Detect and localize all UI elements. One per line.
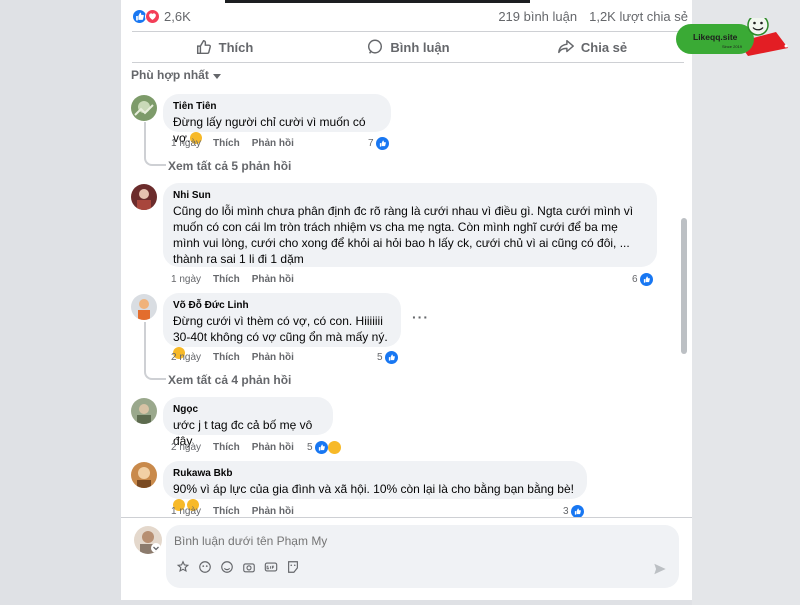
avatar[interactable] — [131, 184, 157, 210]
composer-tools — [176, 560, 300, 574]
comment-meta: 1 ngày Thích Phản hồi — [171, 506, 294, 517]
comment-reply-link[interactable]: Phản hồi — [252, 352, 294, 363]
reaction-number: 7 — [368, 138, 374, 149]
reaction-number: 3 — [563, 506, 569, 517]
comment-like-link[interactable]: Thích — [213, 352, 240, 363]
divider — [121, 517, 692, 518]
comment-author[interactable]: Tiên Tiên — [173, 100, 381, 113]
sticker-icon[interactable] — [198, 560, 212, 574]
reaction-count[interactable]: 2,6K — [164, 9, 191, 24]
comment-meta: 1 ngày Thích Phản hồi — [171, 138, 294, 149]
reply-thread-line — [144, 122, 166, 166]
like-reaction-icon — [384, 351, 398, 364]
caret-down-icon — [212, 73, 221, 79]
share-button[interactable]: Chia sẻ — [500, 33, 684, 61]
comment-composer — [166, 525, 679, 588]
send-icon[interactable] — [653, 562, 667, 576]
share-count[interactable]: 1,2K lượt chia sẻ — [589, 9, 688, 24]
comment-author[interactable]: Võ Đỗ Đức Linh — [173, 299, 391, 312]
comment-sort-dropdown[interactable]: Phù hợp nhất — [131, 68, 221, 82]
sticker-smiley-icon[interactable] — [286, 560, 300, 574]
comment-label: Bình luận — [390, 39, 450, 55]
share-label: Chia sẻ — [580, 39, 628, 55]
comment-text: Đừng cưới vì thèm có vợ, có con. Hiiiiii… — [173, 314, 388, 344]
avatar-sticker-icon[interactable] — [176, 560, 190, 574]
comment-like-link[interactable]: Thích — [213, 442, 240, 453]
comment-reactions[interactable]: 6 — [632, 273, 653, 286]
comment-time[interactable]: 2 ngày — [171, 352, 201, 363]
reaction-summary-bar: 2,6K 219 bình luận 1,2K lượt chia sẻ — [132, 6, 688, 26]
comment-meta: 1 ngày Thích Phản hồi — [171, 274, 294, 285]
comment-reactions[interactable]: 5 — [377, 351, 398, 364]
thumbs-up-icon — [196, 39, 211, 55]
watermark-brand: Likeqq.site — [693, 32, 738, 42]
comment-reactions[interactable]: 7 — [368, 137, 389, 150]
comment-reactions[interactable]: 5 — [307, 441, 341, 454]
divider — [132, 31, 684, 32]
comment-author[interactable]: Ngọc — [173, 403, 323, 416]
reply-thread-line — [144, 322, 166, 380]
avatar[interactable] — [131, 294, 157, 320]
current-user-avatar[interactable] — [134, 526, 162, 554]
comment-meta: 2 ngày Thích Phản hồi — [171, 352, 294, 363]
comment-time[interactable]: 1 ngày — [171, 506, 201, 517]
comment-bubble: Tiên Tiên Đừng lấy người chỉ cười vì muố… — [163, 94, 391, 145]
avatar[interactable] — [131, 398, 157, 424]
media-edge — [225, 0, 530, 3]
more-options-icon[interactable]: ··· — [412, 309, 429, 325]
like-label: Thích — [218, 39, 254, 55]
gif-icon[interactable] — [264, 560, 278, 574]
scrollbar-thumb[interactable] — [681, 218, 687, 354]
view-replies-link[interactable]: Xem tất cả 5 phản hồi — [168, 159, 291, 173]
comment-like-link[interactable]: Thích — [213, 274, 240, 285]
like-button[interactable]: Thích — [132, 33, 316, 61]
comment-bubble: Võ Đỗ Đức Linh Đừng cưới vì thèm có vợ, … — [163, 293, 401, 359]
comment-button[interactable]: Bình luận — [316, 33, 500, 61]
comment-author[interactable]: Rukawa Bkb — [173, 467, 577, 480]
panel-bottom-edge — [121, 600, 692, 605]
reaction-number: 5 — [307, 442, 313, 453]
comment-like-link[interactable]: Thích — [213, 506, 240, 517]
comment-reply-link[interactable]: Phản hồi — [252, 274, 294, 285]
right-backdrop — [692, 0, 800, 605]
view-replies-link[interactable]: Xem tất cả 4 phản hồi — [168, 373, 291, 387]
comment-reply-link[interactable]: Phản hồi — [252, 138, 294, 149]
comment-bubble: Ngọc ước j t tag đc cả bố mẹ vô đây — [163, 397, 333, 448]
emoji-icon[interactable] — [220, 560, 234, 574]
watermark-sub: Since 2019 — [722, 44, 743, 49]
avatar[interactable] — [131, 95, 157, 121]
love-reaction-icon — [145, 8, 160, 24]
comment-reply-link[interactable]: Phản hồi — [252, 506, 294, 517]
comment-count[interactable]: 219 bình luận — [498, 9, 577, 24]
camera-icon[interactable] — [242, 560, 256, 574]
share-arrow-icon — [557, 39, 574, 54]
likeqq-watermark-logo: Likeqq.site Since 2019 — [676, 14, 800, 60]
comment-input[interactable] — [174, 531, 654, 551]
comment-like-link[interactable]: Thích — [213, 138, 240, 149]
comment-time[interactable]: 1 ngày — [171, 274, 201, 285]
avatar[interactable] — [131, 462, 157, 488]
comment-bubble: Rukawa Bkb 90% vì áp lực của gia đình và… — [163, 461, 587, 511]
haha-reaction-icon — [327, 441, 341, 454]
comment-time[interactable]: 2 ngày — [171, 442, 201, 453]
comment-time[interactable]: 1 ngày — [171, 138, 201, 149]
comment-author[interactable]: Nhi Sun — [173, 189, 647, 202]
post-actions: Thích Bình luận Chia sẻ — [132, 33, 684, 61]
comment-text: 90% vì áp lực của gia đình và xã hội. 10… — [173, 482, 574, 496]
left-backdrop — [0, 0, 121, 605]
comment-bubble: Nhi Sun Cũng do lỗi mình chưa phân định … — [163, 183, 657, 267]
reaction-number: 5 — [377, 352, 383, 363]
comment-reply-link[interactable]: Phản hồi — [252, 442, 294, 453]
reaction-icons[interactable] — [132, 8, 160, 24]
reaction-number: 6 — [632, 274, 638, 285]
comment-meta: 2 ngày Thích Phản hồi — [171, 442, 294, 453]
comment-bubble-icon — [368, 39, 383, 54]
divider — [132, 62, 684, 63]
sort-label: Phù hợp nhất — [131, 68, 209, 82]
like-reaction-icon — [375, 137, 389, 150]
like-reaction-icon — [314, 441, 328, 454]
comment-text: Cũng do lỗi mình chưa phân định đc rõ rà… — [173, 204, 634, 266]
like-reaction-icon — [639, 273, 653, 286]
